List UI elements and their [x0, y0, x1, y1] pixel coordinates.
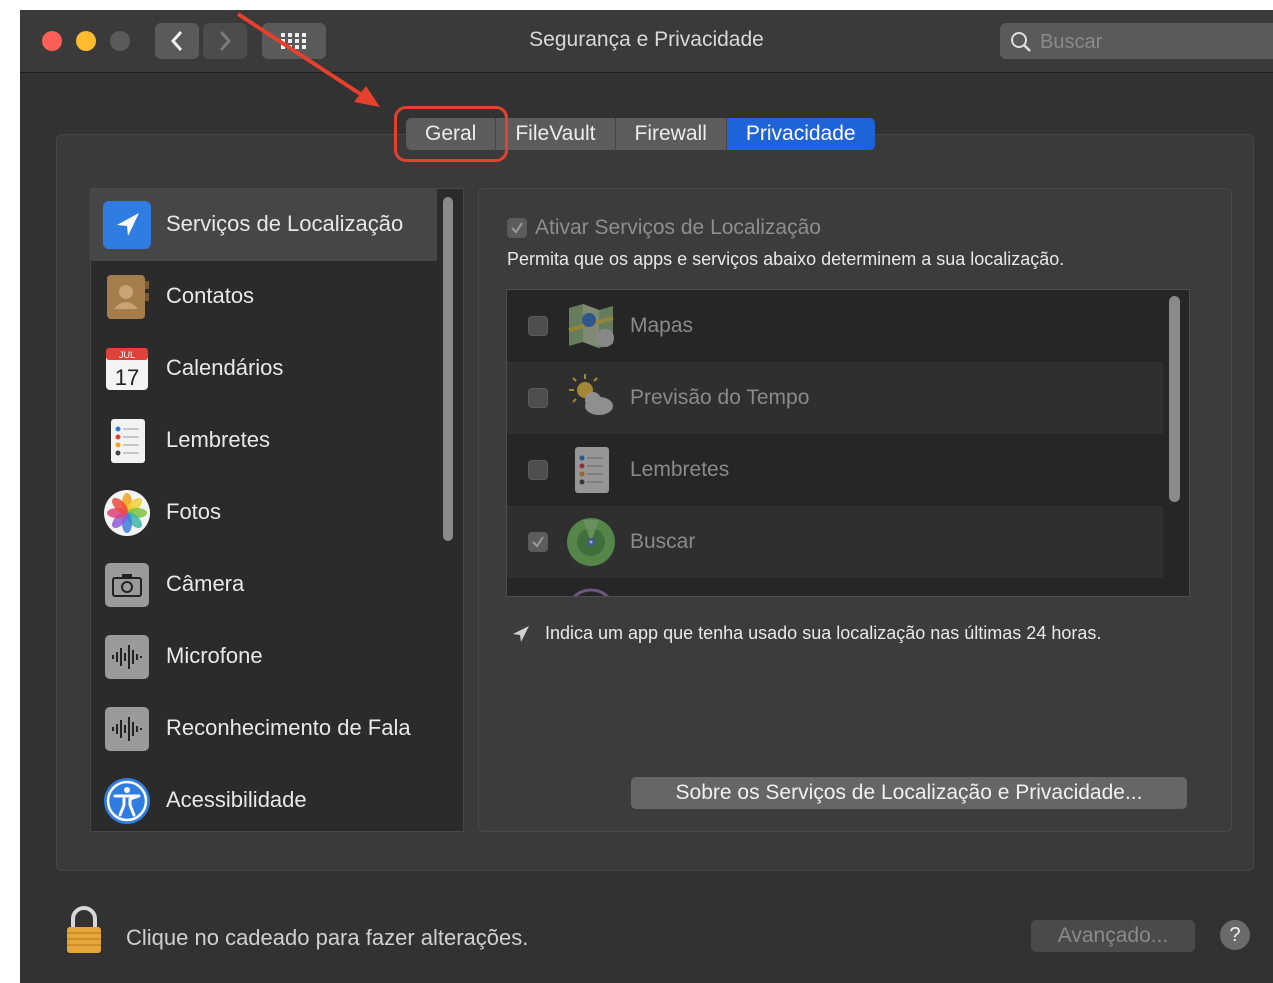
sidebar-item-camera[interactable]: Câmera: [91, 549, 437, 621]
sidebar-item-microphone[interactable]: Microfone: [91, 621, 437, 693]
title-bar: Segurança e Privacidade: [20, 10, 1273, 73]
app-row-reminders[interactable]: Lembretes: [507, 434, 1163, 506]
lock-message: Clique no cadeado para fazer alterações.: [126, 925, 529, 950]
app-label-reminders: Lembretes: [630, 458, 730, 481]
maps-icon: [568, 304, 614, 348]
app-label-weather: Previsão do Tempo: [630, 386, 810, 409]
location-services-pane: Ativar Serviços de Localização Permita q…: [478, 188, 1232, 832]
location-arrow-icon: [103, 201, 151, 249]
accessibility-icon: [104, 778, 150, 824]
search-icon: [1011, 32, 1031, 52]
sidebar-item-label: Fotos: [166, 499, 222, 524]
enable-location-services-row[interactable]: Ativar Serviços de Localização: [507, 216, 821, 240]
app-checkbox-weather[interactable]: [528, 388, 548, 408]
sidebar-item-reminders[interactable]: Lembretes: [91, 405, 437, 477]
sidebar-item-label: Lembretes: [166, 427, 270, 452]
location-description: Permita que os apps e serviços abaixo de…: [507, 249, 1065, 269]
app-row-weather[interactable]: Previsão do Tempo: [507, 362, 1163, 434]
annotation-highlight: [394, 106, 508, 162]
app-label-find-my: Buscar: [630, 530, 696, 553]
checkmark-icon: [532, 536, 544, 548]
sidebar-item-label: Câmera: [166, 571, 245, 596]
location-note-text: Indica um app que tenha usado sua locali…: [545, 623, 1102, 643]
app-checkbox-find-my[interactable]: [528, 532, 548, 552]
sidebar-item-label: Reconhecimento de Fala: [166, 715, 411, 740]
app-row-maps[interactable]: Mapas: [507, 290, 1163, 362]
weather-icon: [569, 374, 613, 415]
sidebar-item-location-services[interactable]: Serviços de Localização: [91, 189, 437, 261]
advanced-button[interactable]: Avançado...: [1031, 920, 1195, 952]
location-app-list: Mapas Previsão do Tempo Lembretes Buscar: [506, 289, 1190, 597]
help-button[interactable]: ?: [1220, 920, 1250, 950]
app-label-maps: Mapas: [630, 314, 694, 337]
sidebar-item-label: Serviços de Localização: [166, 211, 404, 236]
calendar-day-text: 17: [115, 365, 139, 390]
app-list-scrollbar[interactable]: [1169, 296, 1180, 502]
reminders-icon: [575, 447, 609, 493]
sidebar-item-label: Acessibilidade: [166, 787, 307, 812]
enable-location-services-label: Ativar Serviços de Localização: [535, 216, 821, 239]
tab-firewall[interactable]: Firewall: [615, 118, 727, 150]
app-checkbox-reminders[interactable]: [528, 460, 548, 480]
search-field[interactable]: [1000, 23, 1273, 59]
sidebar-item-accessibility[interactable]: Acessibilidade: [91, 765, 437, 831]
tab-filevault[interactable]: FileVault: [496, 118, 616, 150]
speech-recognition-icon: [105, 707, 149, 751]
microphone-icon: [105, 635, 149, 679]
sidebar-item-photos[interactable]: Fotos: [91, 477, 437, 549]
sidebar-item-calendars[interactable]: JUL 17 Calendários: [91, 333, 437, 405]
sidebar-item-label: Contatos: [166, 283, 255, 308]
sidebar-scrollbar[interactable]: [443, 197, 453, 541]
location-arrow-icon: [513, 625, 529, 642]
preferences-window: Segurança e Privacidade Geral FileVault …: [20, 10, 1273, 983]
calendar-month-text: JUL: [119, 350, 135, 360]
calendar-icon: JUL 17: [106, 348, 148, 390]
sidebar-item-speech-recognition[interactable]: Reconhecimento de Fala: [91, 693, 437, 765]
find-my-icon: [567, 518, 615, 566]
app-row-find-my[interactable]: Buscar: [507, 506, 1163, 578]
checkmark-icon: [511, 222, 523, 234]
about-location-privacy-button[interactable]: Sobre os Serviços de Localização e Priva…: [631, 777, 1187, 809]
lock-icon[interactable]: [64, 905, 104, 955]
reminders-icon: [111, 419, 145, 463]
app-checkbox-maps[interactable]: [528, 316, 548, 336]
app-icon-partial: [572, 588, 610, 596]
location-usage-note: Indica um app que tenha usado sua locali…: [511, 623, 1101, 644]
enable-location-services-checkbox[interactable]: [507, 218, 527, 238]
contacts-icon: [107, 275, 149, 319]
camera-icon: [105, 563, 149, 607]
photos-icon: [104, 490, 150, 536]
sidebar-item-label: Microfone: [166, 643, 263, 668]
privacy-category-list: Serviços de Localização Contatos JUL 17 …: [90, 188, 464, 832]
sidebar-item-label: Calendários: [166, 355, 284, 380]
tab-privacidade[interactable]: Privacidade: [726, 118, 875, 150]
search-input[interactable]: [1038, 27, 1262, 57]
sidebar-item-contacts[interactable]: Contatos: [91, 261, 437, 333]
app-row-partial[interactable]: [507, 578, 1163, 596]
